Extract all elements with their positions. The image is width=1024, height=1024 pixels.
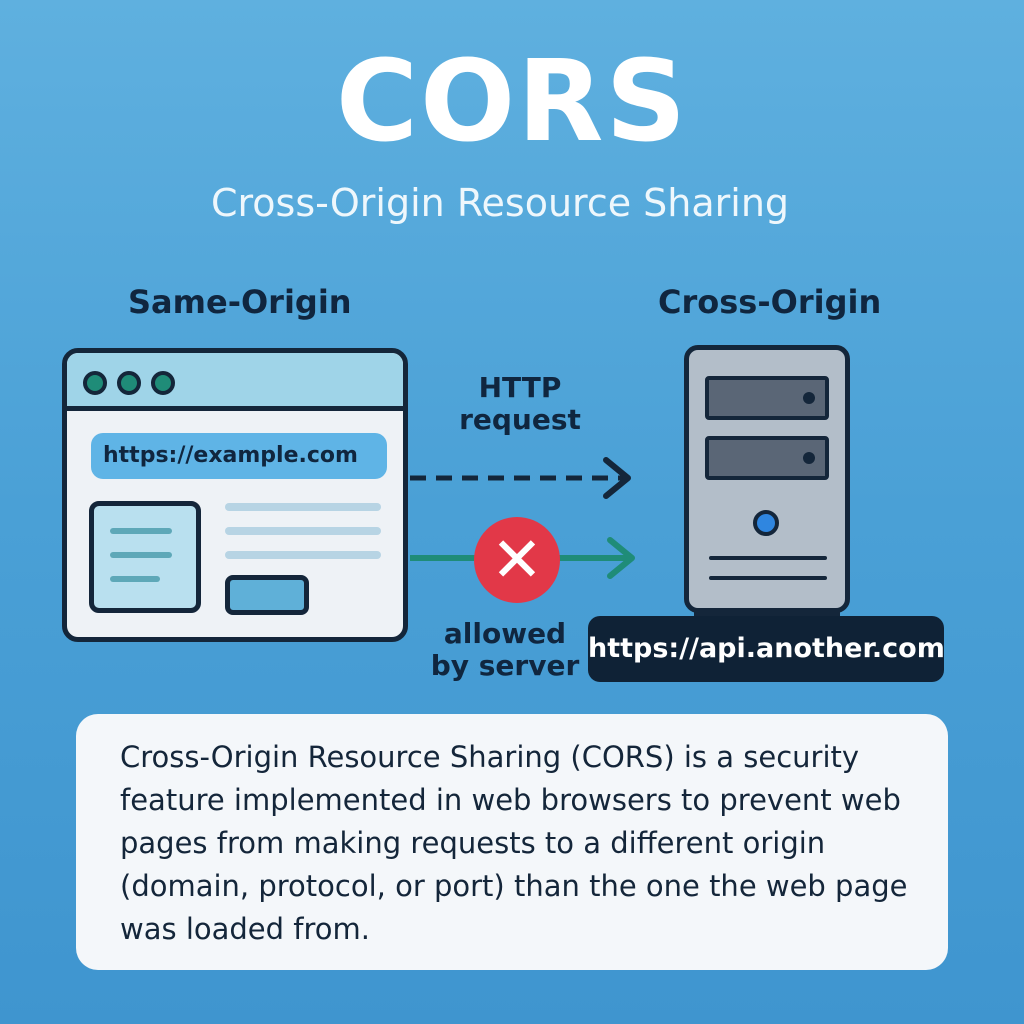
server-drive-bay [705,376,829,420]
description-text: Cross-Origin Resource Sharing (CORS) is … [120,740,908,946]
drive-light-icon [803,392,815,404]
x-icon: ✕ [474,517,560,603]
server-drive-bay [705,436,829,480]
server-url-label: https://api.another.com [588,616,945,682]
vent-line [709,576,827,580]
http-request-label: HTTP request [459,371,581,437]
drive-light-icon [803,452,815,464]
allowed-by-server-label: allowed by server [430,617,580,683]
vent-line [709,556,827,560]
power-button-icon [753,510,779,536]
http-request-arrow [410,457,631,499]
server-illustration [684,345,850,613]
